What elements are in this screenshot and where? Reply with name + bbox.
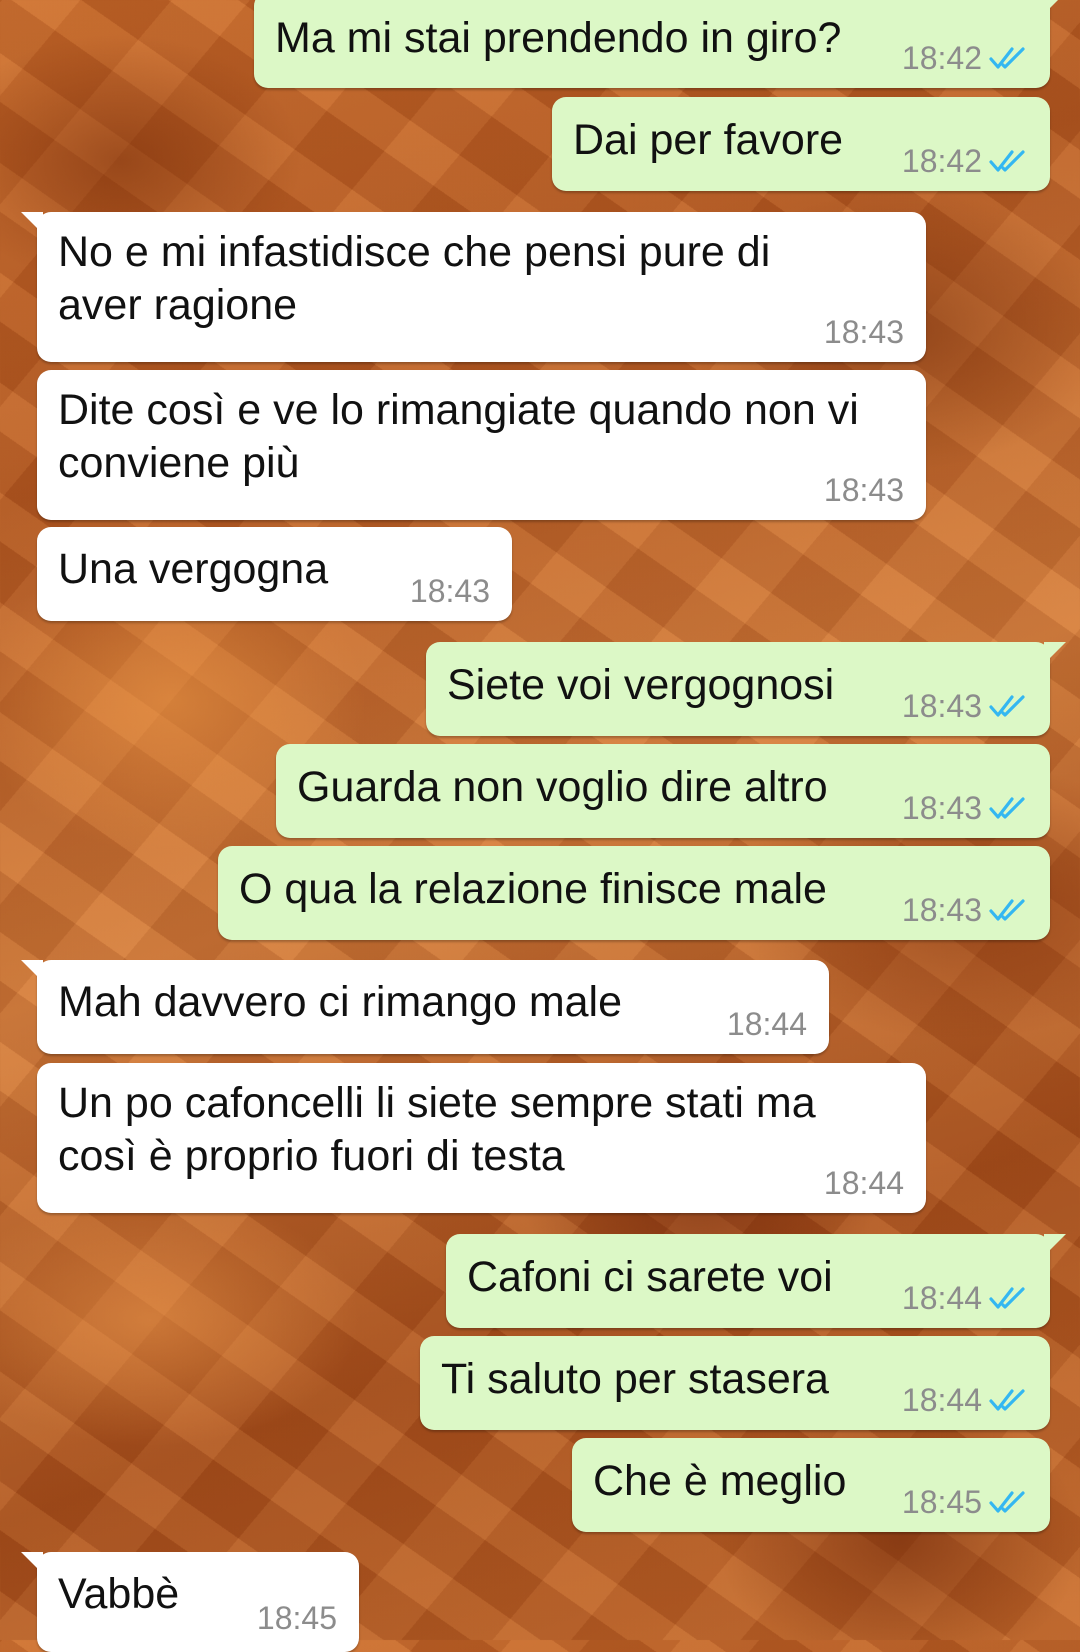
bubble-tail [1044, 0, 1066, 14]
double-check-read-icon [989, 47, 1025, 69]
double-check-read-icon [989, 150, 1025, 172]
message-text: Un po cafoncelli li siete sempre stati m… [58, 1079, 816, 1180]
message-bubble-outgoing[interactable]: Ti saluto per stasera 18:44 [420, 1336, 1050, 1430]
message-time: 18:43 [901, 892, 982, 928]
message-meta: 18:44 [902, 1280, 1028, 1316]
message-time: 18:42 [901, 40, 982, 76]
double-check-read-icon [989, 1287, 1025, 1309]
message-text: No e mi infastidisce che pensi pure di a… [58, 228, 771, 329]
message-time: 18:44 [901, 1382, 982, 1418]
message-text: Mah davvero ci rimango male [58, 978, 623, 1026]
message-text: Una vergogna [58, 545, 329, 593]
message-text: Che è meglio [593, 1457, 847, 1505]
message-time: 18:44 [726, 1006, 807, 1042]
message-bubble-incoming[interactable]: No e mi infastidisce che pensi pure di a… [21, 212, 926, 362]
message-text: Ti saluto per stasera [441, 1355, 829, 1403]
message-bubble-incoming[interactable]: Vabbè 18:45 [21, 1552, 359, 1652]
message-meta: 18:45 [257, 1600, 337, 1636]
bubble-tail [1044, 1234, 1066, 1256]
message-time: 18:45 [901, 1484, 982, 1520]
message-time: 18:43 [901, 688, 982, 724]
message-meta: 18:43 [824, 314, 904, 350]
bubble-tail [21, 212, 43, 234]
double-check-read-icon [989, 1491, 1025, 1513]
message-text: Dite così e ve lo rimangiate quando non … [58, 386, 859, 487]
message-meta: 18:43 [902, 688, 1028, 724]
message-text: Siete voi vergognosi [447, 661, 835, 709]
message-time: 18:43 [823, 472, 904, 508]
message-time: 18:44 [823, 1165, 904, 1201]
message-meta: 18:45 [902, 1484, 1028, 1520]
message-meta: 18:42 [902, 40, 1028, 76]
message-time: 18:44 [901, 1280, 982, 1316]
message-text: Ma mi stai prendendo in giro? [275, 14, 842, 62]
double-check-read-icon [989, 1389, 1025, 1411]
message-bubble-incoming[interactable]: Un po cafoncelli li siete sempre stati m… [37, 1063, 926, 1213]
message-meta: 18:43 [902, 790, 1028, 826]
message-meta: 18:43 [824, 472, 904, 508]
message-text: Guarda non voglio dire altro [297, 763, 828, 811]
message-meta: 18:44 [727, 1006, 807, 1042]
message-text: Vabbè [58, 1570, 180, 1618]
message-time: 18:43 [409, 573, 490, 609]
message-bubble-incoming[interactable]: Dite così e ve lo rimangiate quando non … [37, 370, 926, 520]
message-time: 18:43 [901, 790, 982, 826]
message-time: 18:45 [256, 1600, 337, 1636]
message-meta: 18:44 [824, 1165, 904, 1201]
message-bubble-outgoing[interactable]: Che è meglio 18:45 [572, 1438, 1050, 1532]
bubble-tail [21, 960, 43, 982]
message-time: 18:42 [901, 143, 982, 179]
message-bubble-incoming[interactable]: Una vergogna 18:43 [37, 527, 512, 621]
message-text: Cafoni ci sarete voi [467, 1253, 833, 1301]
message-bubble-outgoing[interactable]: Dai per favore 18:42 [552, 97, 1050, 191]
double-check-read-icon [989, 899, 1025, 921]
message-bubble-incoming[interactable]: Mah davvero ci rimango male 18:44 [21, 960, 829, 1054]
message-bubble-outgoing[interactable]: O qua la relazione finisce male 18:43 [218, 846, 1050, 940]
message-bubble-outgoing[interactable]: Guarda non voglio dire altro 18:43 [276, 744, 1050, 838]
message-bubble-outgoing[interactable]: Ma mi stai prendendo in giro? 18:42 [254, 0, 1066, 88]
message-text: O qua la relazione finisce male [239, 865, 827, 913]
message-bubble-outgoing[interactable]: Cafoni ci sarete voi 18:44 [446, 1234, 1066, 1328]
message-meta: 18:42 [902, 143, 1028, 179]
message-meta: 18:44 [902, 1382, 1028, 1418]
bubble-tail [1044, 642, 1066, 664]
double-check-read-icon [989, 695, 1025, 717]
double-check-read-icon [989, 797, 1025, 819]
message-time: 18:43 [823, 314, 904, 350]
message-meta: 18:43 [410, 573, 490, 609]
bubble-tail [21, 1552, 43, 1574]
message-bubble-outgoing[interactable]: Siete voi vergognosi 18:43 [426, 642, 1066, 736]
message-text: Dai per favore [573, 116, 844, 164]
message-meta: 18:43 [902, 892, 1028, 928]
